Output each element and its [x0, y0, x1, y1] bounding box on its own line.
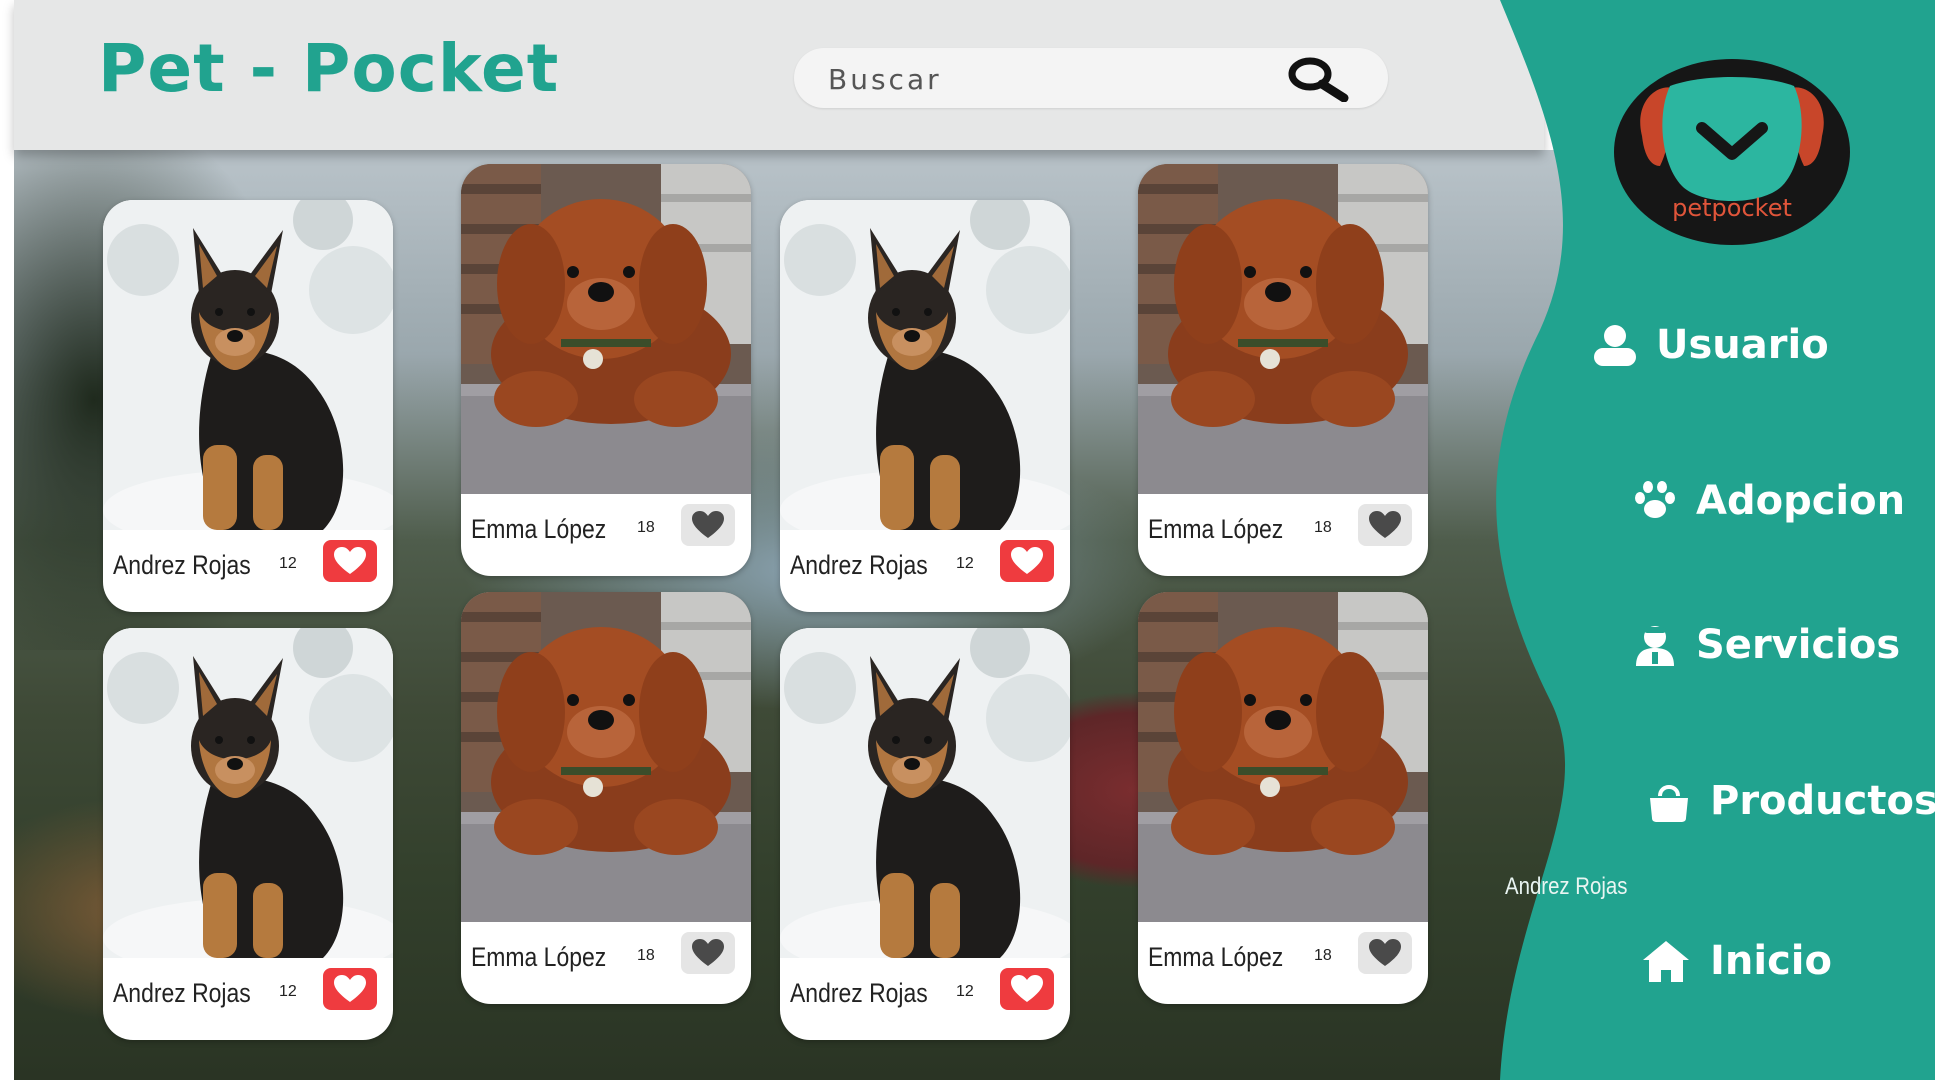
like-button[interactable]	[323, 540, 377, 582]
card-owner-name: Andrez Rojas	[790, 978, 928, 1008]
floating-owner-name: Andrez Rojas	[1505, 873, 1628, 900]
nav-label-inicio: Inicio	[1710, 938, 1832, 984]
like-button[interactable]	[323, 968, 377, 1010]
shopping-bag-icon	[1650, 785, 1688, 822]
home-icon	[1643, 941, 1689, 982]
card-owner-name: Emma López	[471, 942, 607, 972]
card-owner-name: Andrez Rojas	[790, 550, 928, 580]
like-button[interactable]	[1000, 540, 1054, 582]
heart-icon	[691, 510, 725, 540]
pet-photo-doodle	[461, 592, 751, 922]
nav-item-productos[interactable]: Productos	[1646, 778, 1935, 824]
nav-item-usuario[interactable]: Usuario	[1592, 322, 1829, 368]
service-person-icon	[1636, 626, 1674, 666]
nav-label-adopcion: Adopcion	[1696, 478, 1906, 524]
card-owner-name: Emma López	[1148, 942, 1284, 972]
card-like-count: 18	[637, 947, 655, 964]
pet-photo-doodle	[1138, 592, 1428, 922]
heart-icon	[1368, 510, 1402, 540]
search-bar	[794, 48, 1388, 108]
pet-photo-doodle	[1138, 164, 1428, 494]
heart-icon	[1010, 546, 1044, 576]
pet-photo-german-shepherd	[103, 628, 393, 958]
nav-item-servicios[interactable]: Servicios	[1632, 622, 1900, 668]
petpocket-logo[interactable]: petpocket	[1612, 56, 1852, 246]
sidebar: petpocket Usuario Adopcion Servicios Pro…	[1480, 0, 1935, 1080]
search-input[interactable]	[826, 54, 1310, 104]
card-like-count: 12	[279, 555, 297, 572]
heart-icon	[333, 974, 367, 1004]
like-button[interactable]	[681, 504, 735, 546]
search-icon[interactable]	[1284, 56, 1350, 102]
heart-icon	[1010, 974, 1044, 1004]
pet-card[interactable]: Emma López 18	[461, 164, 751, 576]
heart-icon	[691, 938, 725, 968]
card-owner-name: Andrez Rojas	[113, 550, 251, 580]
pet-photo-german-shepherd	[103, 200, 393, 530]
card-like-count: 18	[1314, 519, 1332, 536]
pet-photo-doodle	[461, 164, 751, 494]
top-header: Pet - Pocket	[14, 0, 1544, 150]
paw-icon	[1635, 481, 1675, 518]
logo-text: petpocket	[1672, 194, 1792, 222]
card-like-count: 18	[1314, 947, 1332, 964]
nav-item-adopcion[interactable]: Adopcion	[1632, 478, 1905, 524]
pet-card[interactable]: Emma López 18	[461, 592, 751, 1004]
heart-icon	[1368, 938, 1402, 968]
card-like-count: 12	[956, 555, 974, 572]
pet-photo-german-shepherd	[780, 200, 1070, 530]
like-button[interactable]	[1000, 968, 1054, 1010]
pet-photo-german-shepherd	[780, 628, 1070, 958]
card-owner-name: Andrez Rojas	[113, 978, 251, 1008]
card-like-count: 12	[279, 983, 297, 1000]
pet-card[interactable]: Andrez Rojas 12	[103, 628, 393, 1040]
nav-item-inicio[interactable]: Inicio	[1640, 938, 1832, 984]
nav-label-servicios: Servicios	[1696, 622, 1901, 668]
heart-icon	[333, 546, 367, 576]
nav-label-usuario: Usuario	[1656, 322, 1829, 368]
card-owner-name: Emma López	[471, 514, 607, 544]
pet-card[interactable]: Andrez Rojas 12	[780, 200, 1070, 612]
card-like-count: 18	[637, 519, 655, 536]
user-icon	[1594, 325, 1636, 366]
like-button[interactable]	[681, 932, 735, 974]
nav-label-productos: Productos	[1710, 778, 1935, 824]
brand-title: Pet - Pocket	[98, 30, 560, 107]
pet-card[interactable]: Emma López 18	[1138, 592, 1428, 1004]
pet-card[interactable]: Andrez Rojas 12	[103, 200, 393, 612]
like-button[interactable]	[1358, 932, 1412, 974]
pet-card[interactable]: Andrez Rojas 12	[780, 628, 1070, 1040]
pet-card[interactable]: Emma López 18	[1138, 164, 1428, 576]
card-like-count: 12	[956, 983, 974, 1000]
like-button[interactable]	[1358, 504, 1412, 546]
card-owner-name: Emma López	[1148, 514, 1284, 544]
